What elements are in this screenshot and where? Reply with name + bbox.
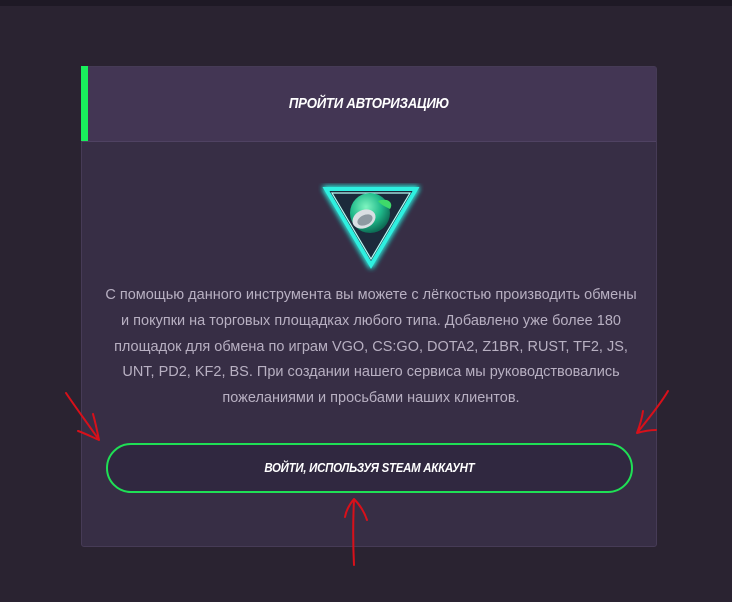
panel-title: ПРОЙТИ АВТОРИЗАЦИЮ xyxy=(288,95,450,112)
neon-triangle-leaf-logo-icon xyxy=(322,187,420,269)
panel-header: ПРОЙТИ АВТОРИЗАЦИЮ xyxy=(81,66,656,142)
header-accent-bar xyxy=(81,66,88,141)
steam-login-button[interactable]: ВОЙТИ, ИСПОЛЬЗУЯ STEAM АККАУНТ xyxy=(106,443,633,493)
steam-login-button-label: ВОЙТИ, ИСПОЛЬЗУЯ STEAM АККАУНТ xyxy=(264,460,475,475)
top-bar xyxy=(0,0,732,6)
service-description: С помощью данного инструмента вы можете … xyxy=(105,287,637,407)
